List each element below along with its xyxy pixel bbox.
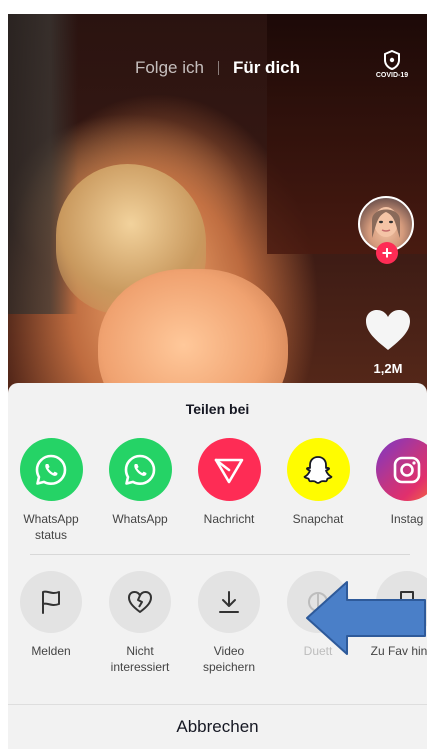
share-snapchat[interactable]: Snapchat	[276, 438, 360, 527]
like-button[interactable]: 1,2M	[360, 308, 416, 376]
shield-icon	[384, 50, 400, 70]
download-icon	[219, 591, 239, 613]
share-whatsapp-status[interactable]: WhatsApp status	[9, 438, 93, 543]
annotation-arrow	[306, 581, 426, 655]
action-save-video[interactable]: Video speichern	[187, 571, 271, 675]
covid-label: COVID-19	[375, 72, 409, 79]
snapchat-ghost-icon	[303, 455, 333, 484]
cancel-button[interactable]: Abbrechen	[8, 704, 427, 749]
share-sheet: Teilen bei WhatsApp status WhatsApp Nach…	[8, 383, 427, 749]
whatsapp-icon	[124, 454, 156, 485]
share-message-circle[interactable]	[197, 438, 261, 501]
share-whatsapp[interactable]: WhatsApp	[98, 438, 182, 527]
action-not-interested[interactable]: Nicht interessiert	[98, 571, 182, 675]
action-not-interested-label: Nicht interessiert	[110, 644, 170, 674]
covid-info-button[interactable]: COVID-19	[372, 50, 412, 79]
share-snapchat-label: Snapchat	[292, 512, 344, 526]
flag-icon	[42, 590, 60, 614]
share-whatsapp-circle[interactable]	[108, 438, 172, 501]
share-instagram[interactable]: Instag	[365, 438, 427, 527]
whatsapp-icon	[35, 454, 67, 485]
share-whatsapp-label: WhatsApp	[112, 512, 168, 526]
share-whatsapp-status-circle[interactable]	[19, 438, 83, 501]
action-report-label: Melden	[31, 644, 71, 658]
action-save-video-label: Video speichern	[202, 644, 256, 674]
action-save-video-circle[interactable]	[198, 571, 260, 633]
share-message[interactable]: Nachricht	[187, 438, 271, 527]
action-report-circle[interactable]	[20, 571, 82, 633]
share-message-label: Nachricht	[203, 512, 255, 526]
tab-following[interactable]: Folge ich	[135, 58, 204, 78]
sheet-divider	[30, 554, 410, 555]
feed-tabs: Folge ich Für dich	[8, 58, 427, 78]
action-report[interactable]: Melden	[9, 571, 93, 659]
action-not-interested-circle[interactable]	[109, 571, 171, 633]
share-sheet-title: Teilen bei	[185, 401, 250, 417]
send-icon	[214, 458, 244, 483]
share-whatsapp-status-label: WhatsApp status	[23, 512, 79, 542]
broken-heart-icon	[128, 591, 152, 613]
tab-separator	[217, 61, 219, 75]
instagram-icon	[393, 456, 421, 483]
share-instagram-label: Instag	[390, 512, 424, 526]
follow-plus-button[interactable]: +	[376, 242, 398, 264]
share-snapchat-circle[interactable]	[286, 438, 350, 501]
heart-icon	[366, 310, 410, 350]
creator-avatar[interactable]: +	[358, 196, 418, 266]
share-instagram-circle[interactable]	[375, 438, 427, 501]
tab-for-you[interactable]: Für dich	[233, 58, 300, 78]
like-count: 1,2M	[373, 361, 403, 376]
